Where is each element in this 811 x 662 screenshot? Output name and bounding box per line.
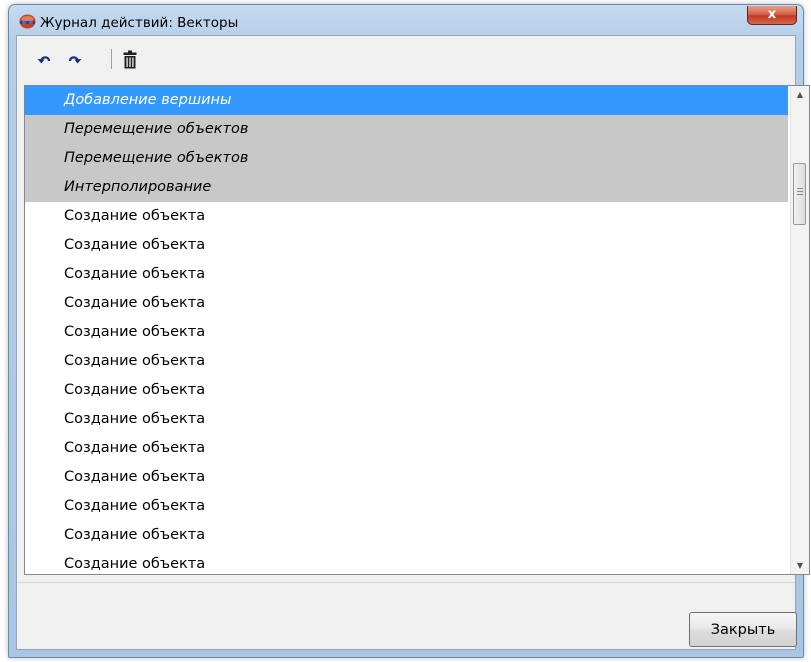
- list-item[interactable]: Создание объекта: [25, 434, 788, 463]
- history-list[interactable]: Создание объекта Создание объекта Создание…: [24, 85, 810, 575]
- scroll-down-arrow-icon[interactable]: ▼: [791, 557, 809, 574]
- toolbar-separator: [111, 49, 112, 69]
- clear-history-button[interactable]: [121, 48, 139, 70]
- list-item[interactable]: Создание объекта: [25, 405, 788, 434]
- trash-icon: [123, 50, 137, 68]
- scroll-up-arrow-icon[interactable]: ▲: [791, 86, 809, 103]
- toolbar: [17, 36, 795, 81]
- dialog-body: Создание объекта Создание объекта Создание…: [16, 35, 810, 650]
- list-item[interactable]: Создание объекта: [25, 376, 788, 405]
- list-item[interactable]: Перемещение объектов: [25, 144, 788, 173]
- footer-divider: [17, 582, 795, 583]
- app-icon: [19, 14, 36, 29]
- list-item[interactable]: Создание объекта: [25, 492, 788, 521]
- close-button[interactable]: Закрыть: [689, 612, 797, 647]
- undo-icon: [37, 56, 51, 64]
- list-item[interactable]: Создание объекта: [25, 318, 788, 347]
- list-item[interactable]: Перемещение объектов: [25, 115, 788, 144]
- undo-button[interactable]: [35, 48, 55, 70]
- close-button-face: Закрыть: [689, 612, 797, 647]
- window-close-button[interactable]: x: [747, 6, 797, 25]
- list-item[interactable]: Интерполирование: [25, 173, 788, 202]
- list-item[interactable]: Создание объекта: [25, 289, 788, 318]
- title-bar[interactable]: Журнал действий: Векторы x: [9, 5, 803, 35]
- list-item[interactable]: Создание объекта: [25, 550, 788, 574]
- vertical-scrollbar[interactable]: ▲ ▼: [790, 86, 809, 574]
- list-item[interactable]: Добавление вершины: [25, 86, 788, 115]
- window-title: Журнал действий: Векторы: [40, 15, 239, 31]
- grip-line: [797, 191, 803, 192]
- redo-button[interactable]: [64, 48, 84, 70]
- redo-icon: [68, 56, 82, 64]
- grip-line: [797, 194, 803, 195]
- list-item[interactable]: Создание объекта: [25, 260, 788, 289]
- list-item[interactable]: Создание объекта: [25, 463, 788, 492]
- scroll-thumb[interactable]: [793, 163, 806, 225]
- history-dialog: Журнал действий: Векторы x Создание объе…: [8, 4, 810, 658]
- list-item[interactable]: Создание объекта: [25, 347, 788, 376]
- grip-line: [797, 188, 803, 189]
- close-icon: x: [767, 7, 777, 22]
- list-item[interactable]: Создание объекта: [25, 231, 788, 260]
- list-item[interactable]: Создание объекта: [25, 202, 788, 231]
- list-item[interactable]: Создание объекта: [25, 521, 788, 550]
